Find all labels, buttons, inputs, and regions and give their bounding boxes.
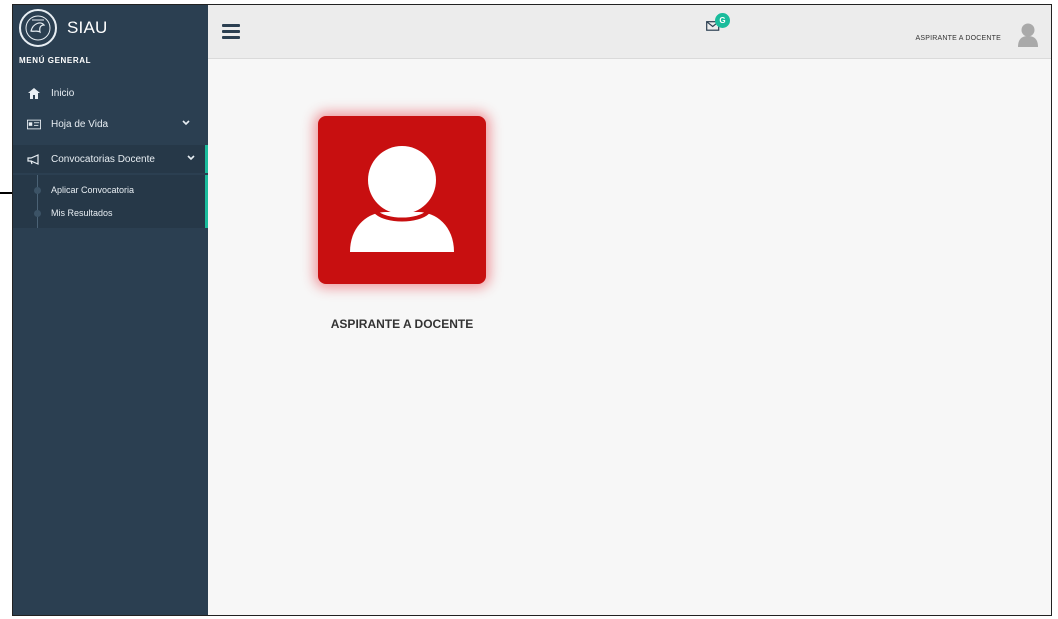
megaphone-icon: [27, 153, 41, 165]
notifications-button[interactable]: G: [706, 13, 730, 36]
chevron-down-icon: [187, 153, 195, 164]
id-card-icon: [27, 119, 41, 130]
main-content: ASPIRANTE A DOCENTE: [208, 59, 1051, 615]
profile-card-label: ASPIRANTE A DOCENTE: [330, 317, 474, 331]
profile-card[interactable]: [318, 116, 486, 284]
user-name[interactable]: ASPIRANTE A DOCENTE: [916, 35, 1002, 42]
brand[interactable]: SIAU: [19, 9, 107, 47]
sidebar: SIAU MENÚ GENERAL Inicio Hoja de Vida Co…: [13, 5, 208, 615]
brand-name: SIAU: [67, 18, 108, 37]
sidebar-item-convocatorias-docente[interactable]: Convocatorias Docente: [13, 145, 208, 173]
chevron-down-icon: [182, 118, 190, 129]
submenu-item-aplicar-convocatoria[interactable]: Aplicar Convocatoria: [51, 185, 134, 195]
topbar: G ASPIRANTE A DOCENTE: [208, 5, 1051, 59]
submenu-item-mis-resultados[interactable]: Mis Resultados: [51, 208, 113, 218]
convocatorias-submenu: Aplicar Convocatoria Mis Resultados: [13, 175, 208, 228]
user-avatar-icon[interactable]: [1017, 22, 1039, 53]
menu-toggle-icon[interactable]: [222, 24, 240, 42]
home-icon: [27, 87, 41, 99]
university-seal-icon: [19, 9, 57, 47]
notification-badge: G: [715, 13, 730, 28]
submenu-tree-line: [37, 175, 38, 228]
app-window: SIAU MENÚ GENERAL Inicio Hoja de Vida Co…: [12, 4, 1052, 616]
submenu-bullet-icon: [34, 187, 41, 194]
sidebar-item-hoja-de-vida[interactable]: Hoja de Vida: [13, 110, 208, 138]
user-profile-icon: [344, 140, 460, 261]
sidebar-item-label: Hoja de Vida: [51, 118, 109, 130]
sidebar-item-label: Inicio: [51, 87, 75, 99]
sidebar-item-label: Convocatorias Docente: [51, 153, 155, 165]
submenu-bullet-icon: [34, 210, 41, 217]
menu-title: MENÚ GENERAL: [19, 56, 92, 65]
sidebar-item-inicio[interactable]: Inicio: [13, 79, 208, 107]
